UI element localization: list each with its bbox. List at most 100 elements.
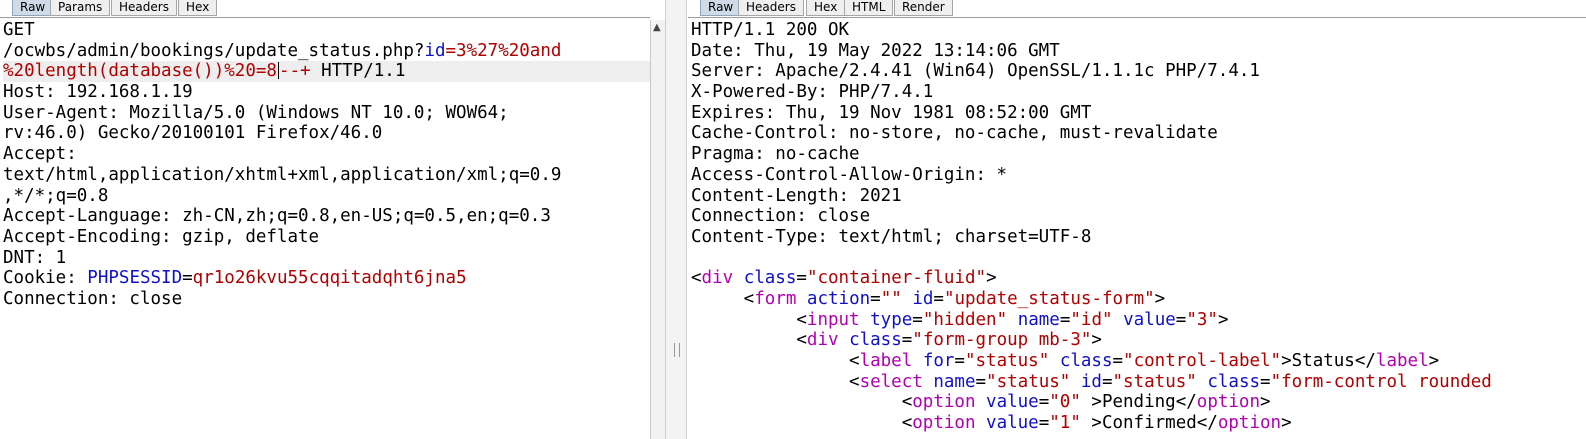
request-token: PHPSESSID bbox=[87, 268, 183, 289]
response-token: Server: Apache/2.4.41 (Win64) OpenSSL/1.… bbox=[691, 61, 1260, 82]
response-token: "3" bbox=[1186, 309, 1218, 330]
response-tab-render[interactable]: Render bbox=[894, 0, 953, 16]
request-editor[interactable]: GET/ocwbs/admin/bookings/update_status.p… bbox=[3, 20, 650, 439]
response-token: for bbox=[922, 351, 955, 371]
response-token: option bbox=[912, 392, 976, 413]
response-line: Cache-Control: no-store, no-cache, must-… bbox=[691, 123, 1586, 144]
response-token: value bbox=[986, 413, 1039, 434]
response-token: < bbox=[691, 268, 702, 289]
response-token bbox=[912, 351, 923, 371]
request-token: rv:46.0) Gecko/20100101 Firefox/46.0 bbox=[3, 123, 383, 144]
response-token: = bbox=[1260, 371, 1271, 392]
response-token bbox=[1007, 310, 1018, 330]
response-token: "control-label" bbox=[1123, 351, 1282, 371]
scroll-up-arrow-icon[interactable]: ▲ bbox=[653, 23, 661, 33]
request-line: rv:46.0) Gecko/20100101 Firefox/46.0 bbox=[3, 123, 650, 144]
response-line: <option value="1" >Confirmed</option> bbox=[691, 413, 1586, 434]
request-tab-raw[interactable]: Raw bbox=[12, 0, 54, 16]
request-tab-headers[interactable]: Headers bbox=[111, 0, 177, 16]
request-line: DNT: 1 bbox=[3, 248, 650, 269]
response-token: class bbox=[743, 268, 797, 289]
request-token: Cookie: bbox=[3, 268, 88, 289]
response-token: < bbox=[691, 288, 755, 309]
response-token: class bbox=[1207, 371, 1261, 392]
response-token: div bbox=[701, 268, 734, 289]
response-line: <input type="hidden" name="id" value="3"… bbox=[691, 310, 1586, 331]
response-line: X-Powered-By: PHP/7.4.1 bbox=[691, 82, 1586, 103]
response-tab-headers[interactable]: Headers bbox=[738, 0, 804, 16]
response-token bbox=[860, 310, 871, 330]
response-line: <select name="status" id="status" class=… bbox=[691, 372, 1586, 393]
response-token: > bbox=[1260, 392, 1271, 413]
response-token: < bbox=[691, 330, 807, 351]
response-token bbox=[923, 372, 934, 392]
response-token: = bbox=[1112, 351, 1124, 371]
response-token: Content-Type: text/html; charset=UTF-8 bbox=[691, 226, 1092, 247]
response-token: Cache-Control: no-store, no-cache, must-… bbox=[691, 123, 1218, 144]
response-token: input bbox=[806, 309, 860, 330]
response-token: < bbox=[691, 413, 913, 434]
response-token: > bbox=[1428, 351, 1440, 371]
request-scrollbar[interactable]: ▲ bbox=[650, 20, 665, 439]
request-tab-params[interactable]: Params bbox=[50, 0, 111, 16]
request-token: text/html,application/xhtml+xml,applicat… bbox=[3, 164, 562, 185]
response-token: option bbox=[912, 413, 976, 434]
response-token: "" bbox=[880, 288, 902, 309]
response-tab-hex[interactable]: Hex bbox=[806, 0, 846, 16]
request-token: Accept-Encoding: gzip, deflate bbox=[3, 226, 320, 247]
request-tab-hex[interactable]: Hex bbox=[178, 0, 218, 16]
response-token: id bbox=[1080, 371, 1102, 392]
request-line: GET bbox=[3, 20, 650, 41]
response-token: form bbox=[754, 288, 797, 309]
response-line: Pragma: no-cache bbox=[691, 144, 1586, 165]
response-token: Connection: close bbox=[691, 206, 871, 227]
response-token: "status" bbox=[986, 371, 1071, 392]
splitter-grip-icon[interactable] bbox=[674, 343, 680, 357]
response-token: >Pending</ bbox=[1080, 392, 1197, 413]
request-token: GET bbox=[3, 20, 35, 40]
response-token: < bbox=[691, 309, 807, 330]
response-tab-raw[interactable]: Raw bbox=[700, 0, 742, 16]
response-token: id bbox=[912, 288, 934, 309]
response-token bbox=[1070, 372, 1081, 392]
request-token: Accept-Language: zh-CN,zh;q=0.8,en-US;q=… bbox=[3, 206, 551, 227]
response-line: <label for="status" class="control-label… bbox=[691, 351, 1586, 372]
response-line: Date: Thu, 19 May 2022 13:14:06 GMT bbox=[691, 41, 1586, 62]
response-token: Expires: Thu, 19 Nov 1981 08:52:00 GMT bbox=[691, 102, 1092, 123]
response-token: "1" bbox=[1049, 413, 1081, 434]
response-viewer[interactable]: HTTP/1.1 200 OK Date: Thu, 19 May 2022 13… bbox=[691, 20, 1586, 439]
response-token: value bbox=[1123, 309, 1176, 330]
pane-splitter[interactable] bbox=[665, 0, 687, 439]
request-tab-bar: Raw Params Headers Hex bbox=[0, 0, 650, 18]
response-token: class bbox=[1059, 351, 1113, 371]
request-token: HTTP/1.1 bbox=[310, 61, 406, 82]
response-token: Date: Thu, 19 May 2022 13:14:06 GMT bbox=[691, 40, 1060, 61]
request-line: ,*/*;q=0.8 bbox=[3, 186, 650, 207]
response-line: Access-Control-Allow-Origin: * bbox=[691, 165, 1586, 186]
response-line: Server: Apache/2.4.41 (Win64) OpenSSL/1.… bbox=[691, 61, 1586, 82]
response-token: "container-fluid" bbox=[806, 268, 987, 289]
response-token: = bbox=[1038, 413, 1050, 434]
response-token: label bbox=[1375, 351, 1429, 371]
request-token: %20length(database())%20=8 bbox=[3, 61, 277, 82]
response-token: option bbox=[1196, 392, 1260, 413]
response-token: X-Powered-By: PHP/7.4.1 bbox=[691, 82, 934, 103]
response-token: = bbox=[901, 330, 913, 351]
response-token: < bbox=[691, 351, 860, 371]
request-token: DNT: 1 bbox=[3, 247, 67, 268]
response-token: < bbox=[691, 392, 913, 413]
response-tab-html[interactable]: HTML bbox=[844, 0, 894, 16]
response-token: = bbox=[912, 309, 923, 330]
response-line: Content-Type: text/html; charset=UTF-8 bbox=[691, 227, 1586, 248]
response-token: > bbox=[1154, 288, 1166, 309]
response-token bbox=[733, 268, 744, 288]
request-line: %20length(database())%20=8 --+ HTTP/1.1 bbox=[3, 61, 650, 83]
request-token: qr1o26kvu55cqqitadqht6jna5 bbox=[192, 268, 467, 289]
response-token bbox=[975, 413, 986, 433]
request-line: Host: 192.168.1.19 bbox=[3, 82, 650, 103]
response-token: Access-Control-Allow-Origin: * bbox=[691, 164, 1008, 185]
response-token: select bbox=[859, 371, 923, 392]
request-token: =3%27%20and bbox=[445, 40, 562, 61]
request-line: User-Agent: Mozilla/5.0 (Windows NT 10.0… bbox=[3, 103, 650, 124]
response-token: label bbox=[859, 351, 913, 371]
